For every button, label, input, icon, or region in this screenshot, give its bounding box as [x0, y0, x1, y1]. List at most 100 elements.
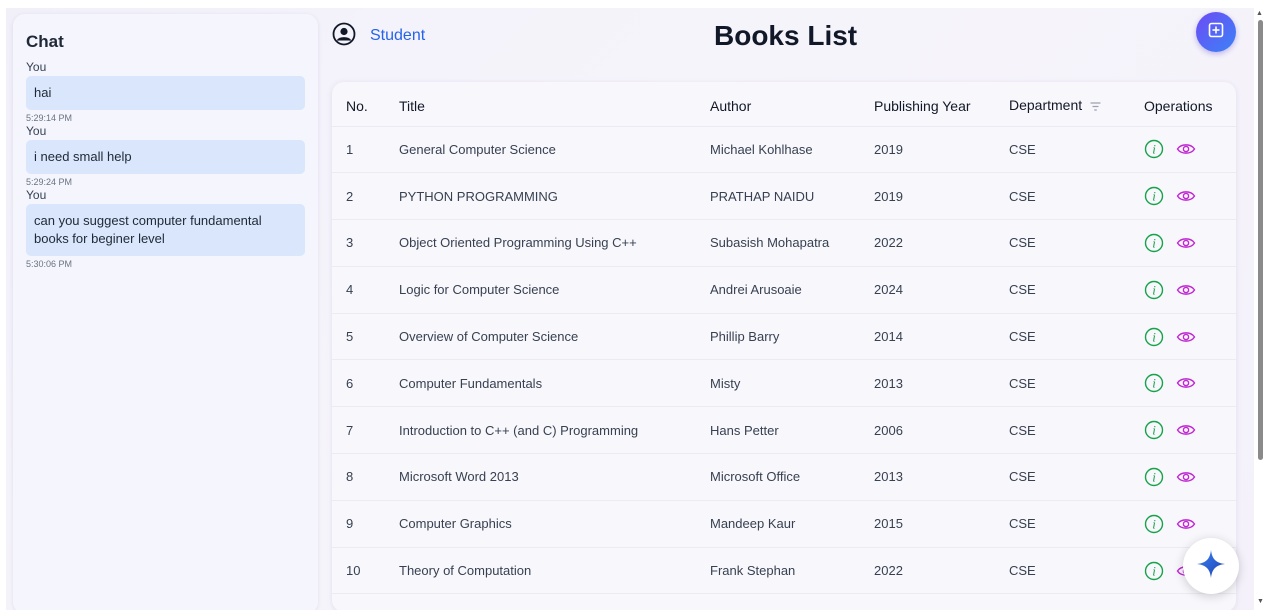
message-bubble: i need small help: [26, 140, 305, 174]
cell-author: PRATHAP NAIDU: [710, 172, 874, 221]
user-role-link[interactable]: Student: [370, 27, 425, 45]
message-time: 5:30:06 PM: [26, 259, 73, 269]
eye-icon[interactable]: [1176, 470, 1196, 484]
svg-text:i: i: [1152, 469, 1156, 484]
table-row: 7 Introduction to C++ (and C) Programming…: [332, 406, 1236, 455]
svg-text:i: i: [1152, 189, 1156, 204]
cell-year: 2013: [874, 359, 1009, 408]
svg-text:i: i: [1152, 235, 1156, 250]
info-icon[interactable]: i: [1144, 186, 1164, 206]
chat-panel: Chat You hai 5:29:14 PM You i need small…: [13, 14, 318, 610]
eye-icon[interactable]: [1176, 189, 1196, 203]
svg-text:i: i: [1152, 282, 1156, 297]
add-box-icon: [1208, 22, 1224, 43]
eye-icon[interactable]: [1176, 236, 1196, 250]
info-icon[interactable]: i: [1144, 561, 1164, 581]
message-time: 5:29:14 PM: [26, 113, 73, 123]
cell-year: 2006: [874, 406, 1009, 455]
eye-icon[interactable]: [1176, 330, 1196, 344]
cell-operations: i: [1144, 453, 1236, 501]
info-icon[interactable]: i: [1144, 327, 1164, 347]
assistant-button[interactable]: [1183, 538, 1239, 594]
cell-title: Computer Fundamentals: [399, 359, 710, 408]
svg-text:i: i: [1152, 329, 1156, 344]
message-sender: You: [26, 188, 47, 202]
cell-operations: i: [1144, 126, 1236, 174]
cell-no: 4: [332, 266, 399, 314]
cell-author: Subasish Mohapatra: [710, 219, 874, 267]
cell-no: 2: [332, 172, 399, 221]
scroll-thumb[interactable]: [1258, 20, 1263, 460]
message-sender: You: [26, 124, 47, 138]
message-bubble: hai: [26, 76, 305, 110]
user-circle-icon[interactable]: [332, 22, 356, 46]
cell-no: 9: [332, 500, 399, 548]
cell-title: Theory of Computation: [399, 547, 710, 595]
cell-year: 2015: [874, 500, 1009, 548]
column-header-title: Title: [399, 82, 710, 127]
table-row: 1 General Computer Science Michael Kohlhas…: [332, 126, 1236, 174]
scroll-up-arrow-icon[interactable]: ▲: [1256, 10, 1263, 17]
eye-icon[interactable]: [1176, 517, 1196, 531]
cell-year: 2024: [874, 266, 1009, 314]
cell-title: Object Oriented Programming Using C++: [399, 219, 710, 267]
column-header-no: No.: [332, 82, 399, 127]
cell-title: Introduction to C++ (and C) Programming: [399, 406, 710, 455]
cell-no: 8: [332, 453, 399, 501]
info-icon[interactable]: i: [1144, 420, 1164, 440]
chat-message: You can you suggest computer fundamental…: [26, 188, 305, 269]
info-icon[interactable]: i: [1144, 280, 1164, 300]
cell-author: Phillip Barry: [710, 313, 874, 361]
info-icon[interactable]: i: [1144, 373, 1164, 393]
message-sender: You: [26, 60, 47, 74]
column-header-year: Publishing Year: [874, 82, 1009, 127]
sparkle-icon: [1196, 549, 1226, 584]
info-icon[interactable]: i: [1144, 467, 1164, 487]
books-table: No. Title Author Publishing Year Departm…: [332, 82, 1236, 595]
eye-icon[interactable]: [1176, 376, 1196, 390]
cell-author: Michael Kohlhase: [710, 126, 874, 174]
message-bubble: can you suggest computer fundamental boo…: [26, 204, 305, 256]
filter-icon[interactable]: [1090, 98, 1101, 114]
eye-icon[interactable]: [1176, 423, 1196, 437]
eye-icon[interactable]: [1176, 283, 1196, 297]
cell-operations: i: [1144, 313, 1236, 361]
table-row: 2 PYTHON PROGRAMMING PRATHAP NAIDU 2019 CSE i: [332, 172, 1236, 221]
cell-title: Computer Graphics: [399, 500, 710, 548]
cell-title: Overview of Computer Science: [399, 313, 710, 361]
column-header-author: Author: [710, 82, 874, 127]
cell-operations: i: [1144, 359, 1236, 408]
cell-department: CSE: [1009, 453, 1144, 501]
svg-text:i: i: [1152, 423, 1156, 438]
eye-icon[interactable]: [1176, 142, 1196, 156]
cell-year: 2014: [874, 313, 1009, 361]
scroll-down-arrow-icon[interactable]: ▼: [1257, 598, 1264, 605]
svg-text:i: i: [1152, 142, 1156, 157]
info-icon[interactable]: i: [1144, 233, 1164, 253]
cell-title: PYTHON PROGRAMMING: [399, 172, 710, 221]
cell-department: CSE: [1009, 547, 1144, 595]
cell-author: Mandeep Kaur: [710, 500, 874, 548]
books-table-card: No. Title Author Publishing Year Departm…: [332, 82, 1236, 610]
department-header-label: Department: [1009, 97, 1083, 114]
cell-title: General Computer Science: [399, 126, 710, 174]
info-icon[interactable]: i: [1144, 139, 1164, 159]
cell-operations: i: [1144, 266, 1236, 314]
table-header-row: No. Title Author Publishing Year Departm…: [332, 82, 1236, 127]
cell-no: 1: [332, 126, 399, 174]
cell-department: CSE: [1009, 126, 1144, 174]
cell-operations: i: [1144, 406, 1236, 455]
scrollbar[interactable]: ▲ ▼: [1256, 0, 1266, 610]
svg-text:i: i: [1152, 563, 1156, 578]
cell-year: 2013: [874, 453, 1009, 501]
cell-title: Logic for Computer Science: [399, 266, 710, 314]
page-title: Books List: [714, 20, 858, 51]
column-header-department: Department: [1009, 82, 1144, 127]
add-book-button[interactable]: [1196, 12, 1236, 52]
info-icon[interactable]: i: [1144, 514, 1164, 534]
message-time: 5:29:24 PM: [26, 177, 73, 187]
chat-message: You hai 5:29:14 PM: [26, 60, 305, 123]
cell-title: Microsoft Word 2013: [399, 453, 710, 501]
chat-title: Chat: [26, 32, 64, 51]
cell-author: Microsoft Office: [710, 453, 874, 501]
